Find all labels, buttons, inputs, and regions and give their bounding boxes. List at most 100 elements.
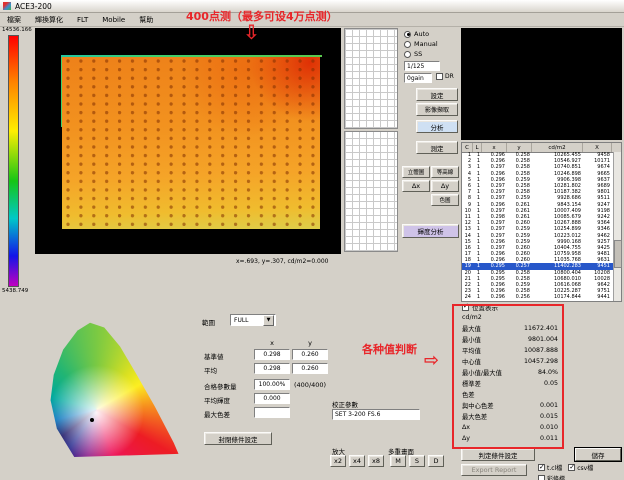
table-row[interactable]: 2110.2950.25810680.01010028 xyxy=(462,276,613,282)
zoom-x8-button[interactable]: x8 xyxy=(368,455,384,467)
table-row[interactable]: 810.2970.2599928.6869511 xyxy=(462,195,613,201)
table-row[interactable]: 1010.2970.26110007.4099198 xyxy=(462,208,613,214)
table-row[interactable]: 1310.2970.25910254.8999346 xyxy=(462,226,613,232)
file-checkbox-t.cl檔[interactable]: t.cl檔 xyxy=(538,463,562,472)
measurement-table[interactable]: CLxycd/m2X 110.2960.25810265.4559458210.… xyxy=(461,142,622,302)
file-checkbox-csv檔[interactable]: csv檔 xyxy=(568,463,593,472)
setting-button[interactable]: 設定 xyxy=(416,88,458,101)
menu-item[interactable]: 檔案 xyxy=(0,15,28,25)
max-color-diff-field[interactable] xyxy=(254,407,290,418)
analyze-button[interactable]: 分析 xyxy=(416,120,458,133)
table-cell: 1 xyxy=(473,158,482,164)
table-row[interactable]: 1210.2970.26010267.8889364 xyxy=(462,220,613,226)
table-cell: 10800.404 xyxy=(532,270,583,276)
multi-view-s-button[interactable]: S xyxy=(409,455,425,467)
table-row[interactable]: 2310.2960.25810225.2879751 xyxy=(462,288,613,294)
file-checkbox-彩條檔[interactable]: 彩條檔 xyxy=(538,474,565,480)
calibration-label: 校正參數 xyxy=(332,399,358,409)
mode-radio-ss[interactable]: SS xyxy=(404,49,458,59)
table-cell: 0.258 xyxy=(507,183,532,189)
chevron-down-icon[interactable]: ▼ xyxy=(263,315,274,326)
table-row[interactable]: 1410.2970.25910223.0129462 xyxy=(462,232,613,238)
table-cell: 10680.010 xyxy=(532,276,583,282)
mode-radio-auto[interactable]: Auto xyxy=(404,29,458,39)
position-display-box[interactable] xyxy=(462,304,469,311)
table-cell: 10404.755 xyxy=(532,245,583,251)
gain-field[interactable]: 0gain xyxy=(404,73,432,83)
table-cell: 9 xyxy=(462,202,473,208)
table-row[interactable]: 410.2960.25810246.8989665 xyxy=(462,171,613,177)
contour-button[interactable]: 等高線 xyxy=(431,166,459,178)
table-row[interactable]: 610.2970.25810281.8029689 xyxy=(462,183,613,189)
table-cell: 0.258 xyxy=(507,270,532,276)
table-cell: 1 xyxy=(473,282,482,288)
save-button[interactable]: 儲存 xyxy=(575,448,621,461)
avg-luminance-field[interactable]: 0.000 xyxy=(254,393,290,404)
table-row[interactable]: 1110.2980.26110085.6799242 xyxy=(462,214,613,220)
scrollbar-thumb[interactable] xyxy=(614,240,622,268)
table-row[interactable]: 1810.2960.26011035.7689631 xyxy=(462,257,613,263)
shutter-field[interactable]: 1/125 xyxy=(404,61,440,71)
dr-checkbox[interactable]: DR xyxy=(436,73,454,80)
table-row[interactable]: 210.2960.25810546.92710171 xyxy=(462,158,613,164)
table-row[interactable]: 1610.2970.26010404.7559425 xyxy=(462,245,613,251)
table-row[interactable]: 2210.2960.25910616.0689642 xyxy=(462,282,613,288)
table-header-cell: C xyxy=(462,143,473,152)
image-capture-button[interactable]: 影像撷取 xyxy=(416,103,458,116)
solid-view-button[interactable]: 立體圖 xyxy=(402,166,430,178)
checkbox-icon[interactable] xyxy=(538,475,545,480)
reference-y-field[interactable]: 0.260 xyxy=(292,349,328,360)
measurement-viewport[interactable] xyxy=(35,28,341,254)
table-cell: 10246.898 xyxy=(532,171,583,177)
table-row[interactable]: 310.2970.25810740.8519674 xyxy=(462,164,613,170)
heatmap-image[interactable] xyxy=(62,57,320,229)
table-cell: 9247 xyxy=(583,202,612,208)
table-row[interactable]: 110.2960.25810265.4559458 xyxy=(462,152,613,158)
checkbox-icon[interactable] xyxy=(568,464,575,471)
radio-icon[interactable] xyxy=(404,31,411,38)
checkbox-icon[interactable] xyxy=(538,464,545,471)
multi-view-m-button[interactable]: M xyxy=(390,455,406,467)
range-select[interactable]: FULL ▼ xyxy=(230,314,276,326)
table-cell: 1 xyxy=(473,177,482,183)
table-row[interactable]: 510.2960.2599906.3989637 xyxy=(462,177,613,183)
table-cell: 9906.398 xyxy=(532,177,583,183)
colormap-button[interactable]: 色圖 xyxy=(431,194,459,206)
table-row[interactable]: 1510.2960.2599990.1689257 xyxy=(462,239,613,245)
calibration-field[interactable]: SET 3-200 FS.6 xyxy=(332,409,420,420)
table-scrollbar[interactable] xyxy=(613,152,621,301)
mode-radio-manual[interactable]: Manual xyxy=(404,39,458,49)
menu-item[interactable]: Mobile xyxy=(95,16,132,24)
position-display-checkbox[interactable]: 位置表示 xyxy=(462,302,498,312)
app-icon xyxy=(3,2,11,10)
table-row[interactable]: 2010.2950.25810800.40410208 xyxy=(462,270,613,276)
multi-view-d-button[interactable]: D xyxy=(428,455,444,467)
luminance-analysis-button[interactable]: 輝度分析 xyxy=(402,224,459,238)
dr-checkbox-box[interactable] xyxy=(436,73,443,80)
table-cell: 16 xyxy=(462,245,473,251)
menu-item[interactable]: FLT xyxy=(70,16,95,24)
judge-condition-button[interactable]: 判定條件設定 xyxy=(461,448,535,461)
table-row[interactable]: 2410.2960.25610174.8449441 xyxy=(462,294,613,300)
menu-item[interactable]: 輝換算化 xyxy=(28,15,70,25)
table-row[interactable]: 1710.2960.26010759.9589481 xyxy=(462,251,613,257)
zoom-x2-button[interactable]: x2 xyxy=(330,455,346,467)
zoom-x4-button[interactable]: x4 xyxy=(349,455,365,467)
table-cell: 0.258 xyxy=(507,171,532,177)
table-cell: 0.257 xyxy=(507,263,532,269)
delta-y-button[interactable]: Δy xyxy=(431,180,459,192)
menu-item[interactable]: 幫助 xyxy=(132,15,160,25)
table-row[interactable]: 910.2960.2619843.1549247 xyxy=(462,202,613,208)
table-cell: 10267.888 xyxy=(532,220,583,226)
reference-x-field[interactable]: 0.298 xyxy=(254,349,290,360)
measure-button[interactable]: 測定 xyxy=(416,141,458,154)
table-cell: 9843.154 xyxy=(532,202,583,208)
close-condition-button[interactable]: 封閉條件設定 xyxy=(204,432,272,445)
table-cell: 1 xyxy=(473,294,482,300)
table-row[interactable]: 710.2970.25810187.3829801 xyxy=(462,189,613,195)
radio-icon[interactable] xyxy=(404,41,411,48)
delta-x-button[interactable]: Δx xyxy=(402,180,430,192)
cie-horseshoe xyxy=(30,318,188,476)
radio-icon[interactable] xyxy=(404,51,411,58)
table-row[interactable]: 1910.2950.25711402.2839451 xyxy=(462,263,613,269)
